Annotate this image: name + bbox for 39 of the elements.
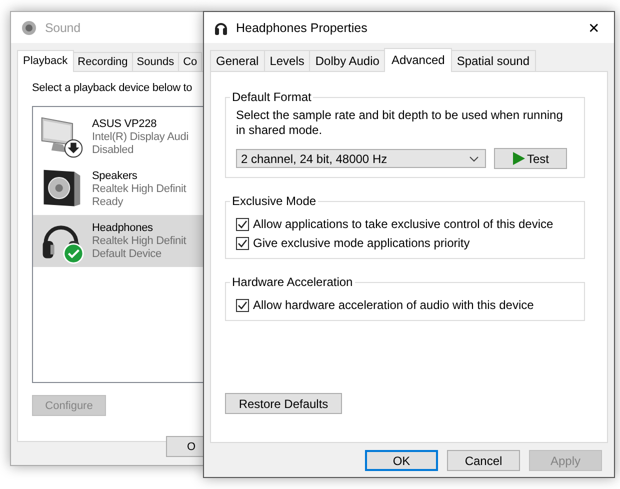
ok-button[interactable]: O [166, 436, 203, 457]
window-title: Sound [45, 20, 80, 34]
checkbox-label: Allow hardware acceleration of audio with this device [253, 298, 534, 312]
device-name: Headphones [92, 222, 154, 234]
play-icon [512, 152, 525, 165]
group-title: Exclusive Mode [231, 194, 318, 208]
description-text: Select the sample rate and bit depth to be used when running in shared mode. [236, 108, 564, 138]
device-status: Default Device [92, 248, 162, 260]
restore-defaults-button[interactable]: Restore Defaults [225, 393, 342, 414]
chevron-down-icon [469, 156, 479, 162]
checkbox[interactable] [236, 236, 249, 250]
dialog-button[interactable]: OK [365, 450, 438, 471]
device-status: Ready [92, 196, 124, 208]
tab[interactable]: Playback [17, 50, 74, 72]
monitor-icon [41, 117, 73, 152]
instruction-text: Select a playback device below to [32, 82, 194, 94]
device-item[interactable]: Speakers Realtek High Definit Ready [33, 163, 203, 215]
device-name: Speakers [92, 170, 138, 182]
group-title: Default Format [231, 90, 312, 104]
close-button[interactable]: ✕ [574, 18, 614, 36]
window-title: Headphones Properties [236, 20, 368, 34]
tab[interactable]: Co [178, 52, 202, 71]
checkbox[interactable] [236, 298, 249, 312]
device-status: Disabled [92, 144, 135, 156]
tab[interactable]: Spatial sound [450, 50, 536, 71]
device-driver: Realtek High Definit [92, 182, 186, 196]
device-driver: Realtek High Definit [92, 234, 186, 248]
checkbox-label: Allow applications to take exclusive control of this device [253, 217, 554, 231]
checkbox-label: Give exclusive mode applications priority [253, 236, 470, 250]
dialog-button[interactable]: Cancel [447, 450, 520, 471]
format-dropdown[interactable]: 2 channel, 24 bit, 48000 Hz [236, 149, 486, 168]
tab[interactable]: General [210, 50, 265, 71]
tab[interactable]: Advanced [384, 48, 452, 72]
device-name: ASUS VP228 [92, 118, 158, 130]
group-title: Hardware Acceleration [231, 275, 354, 289]
device-item[interactable]: Headphones Realtek High Definit Default Device [33, 215, 203, 267]
checkbox[interactable] [236, 218, 249, 230]
device-driver: Intel(R) Display Audi [92, 130, 189, 144]
test-button[interactable]: Test [494, 148, 567, 169]
